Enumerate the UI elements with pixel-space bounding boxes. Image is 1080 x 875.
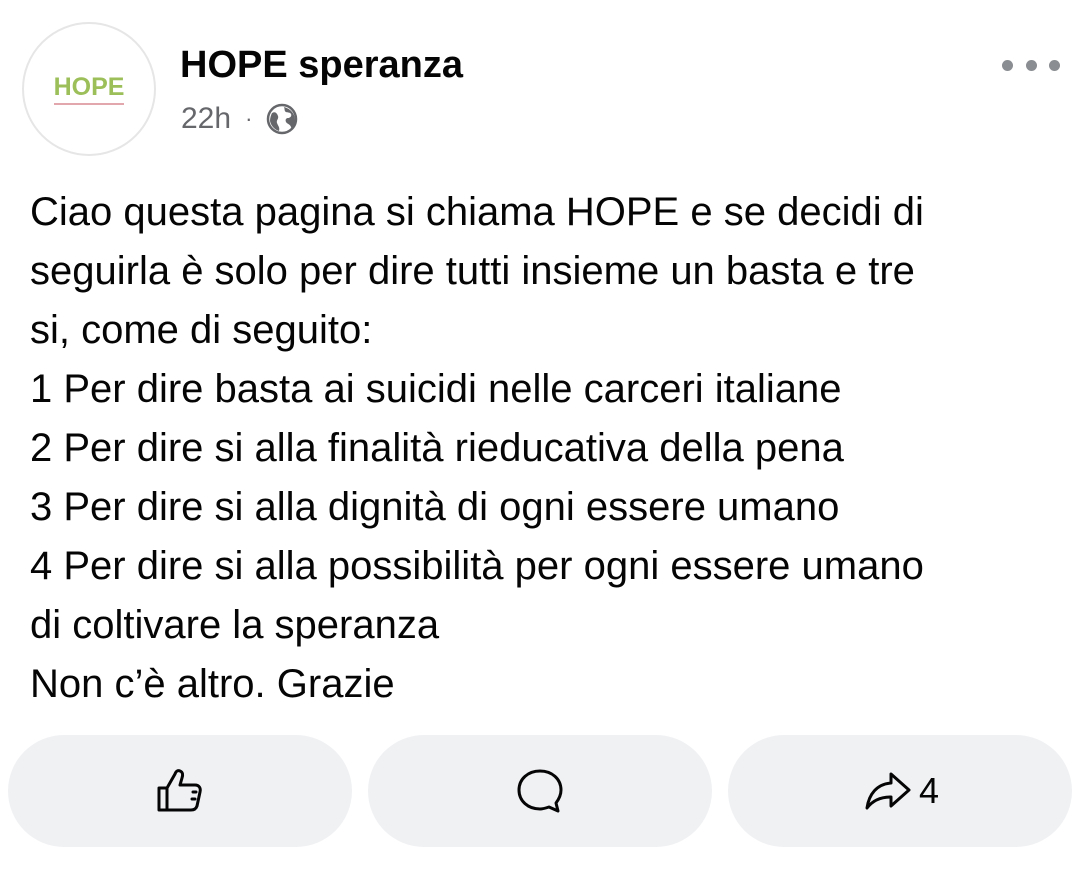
post-text-line: 1 Per dire basta ai suicidi nelle carcer… bbox=[30, 367, 842, 411]
post-time[interactable]: 22h bbox=[181, 102, 231, 136]
hope-logo: HOPE bbox=[53, 73, 125, 105]
post-text-line: 3 Per dire si alla dignità di ogni esser… bbox=[30, 485, 840, 529]
post-text-line: di coltivare la speranza bbox=[30, 603, 440, 647]
post-text-line: seguirla è solo per dire tutti insieme u… bbox=[30, 249, 915, 293]
meta-separator: · bbox=[245, 106, 253, 131]
post-meta: 22h · bbox=[181, 100, 298, 138]
comment-button[interactable] bbox=[368, 735, 712, 847]
post-text-line: Ciao questa pagina si chiama HOPE e se d… bbox=[30, 190, 924, 234]
post-text-line: 4 Per dire si alla possibilità per ogni … bbox=[30, 544, 924, 588]
more-dot bbox=[1025, 59, 1037, 71]
post-text: Ciao questa pagina si chiama HOPE e se d… bbox=[30, 183, 1060, 714]
globe-icon bbox=[267, 103, 298, 135]
more-options-button[interactable] bbox=[1002, 52, 1060, 78]
post-text-line: 2 Per dire si alla finalità rieducativa … bbox=[30, 426, 844, 470]
share-button[interactable]: 4 bbox=[728, 735, 1072, 847]
avatar-logo-text: HOPE bbox=[53, 73, 125, 101]
post-text-line: Non c’è altro. Grazie bbox=[30, 662, 395, 706]
more-dot bbox=[1049, 59, 1060, 71]
action-bar: 4 bbox=[8, 735, 1072, 847]
more-dots-icon bbox=[1002, 59, 1013, 71]
share-count: 4 bbox=[918, 770, 940, 811]
post-text-line: si, come di seguito: bbox=[30, 308, 373, 352]
avatar[interactable]: HOPE bbox=[22, 22, 156, 156]
like-button[interactable] bbox=[8, 735, 352, 847]
author-name[interactable]: HOPE speranza bbox=[180, 44, 463, 87]
logo-underline bbox=[53, 103, 125, 105]
comment-bubble-icon bbox=[517, 769, 563, 813]
thumbs-up-icon bbox=[157, 769, 202, 812]
share-arrow-icon bbox=[865, 772, 911, 810]
